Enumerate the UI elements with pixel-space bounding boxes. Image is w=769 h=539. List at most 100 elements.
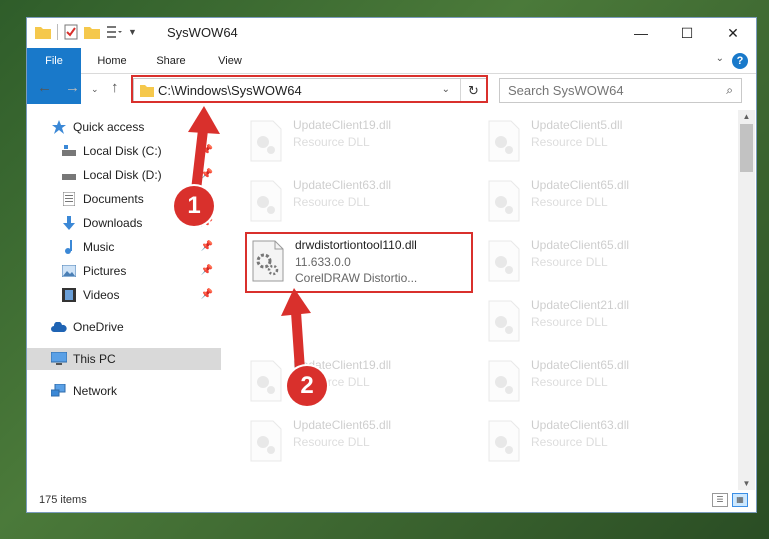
quick-access-toolbar: ▼ xyxy=(35,24,137,40)
list-item[interactable]: UpdateClient63.dll Resource DLL xyxy=(483,414,713,470)
list-item[interactable]: UpdateClient63.dll Resource DLL xyxy=(245,174,475,230)
file-name: UpdateClient21.dll xyxy=(531,298,630,312)
dll-file-icon xyxy=(250,420,282,462)
file-description: Resource DLL xyxy=(531,315,608,329)
list-item[interactable]: UpdateClient65.dll Resource DLL xyxy=(483,234,713,290)
dll-file-icon xyxy=(250,360,282,402)
sidebar-item-label: Network xyxy=(73,384,118,398)
computer-icon xyxy=(51,351,67,367)
sidebar-item-local-disk-d[interactable]: Local Disk (D:) 📌 xyxy=(27,164,221,186)
title-bar: ▼ SysWOW64 — ☐ ✕ xyxy=(27,18,756,48)
dll-file-icon xyxy=(488,360,520,402)
list-item[interactable]: UpdateClient19.dll Resource DLL xyxy=(245,114,475,170)
dll-file-icon xyxy=(488,240,520,282)
sidebar-item-label: Documents xyxy=(83,192,144,206)
minimize-button[interactable]: — xyxy=(618,18,664,48)
sidebar-item-onedrive[interactable]: OneDrive xyxy=(27,316,221,338)
scroll-up-icon[interactable]: ▲ xyxy=(738,112,755,121)
picture-icon xyxy=(61,263,77,279)
properties-icon[interactable] xyxy=(64,24,78,40)
forward-arrow-icon[interactable]: → xyxy=(65,79,80,96)
qat-dropdown-icon[interactable]: ▼ xyxy=(128,27,137,37)
dll-file-icon xyxy=(488,120,520,162)
help-button[interactable]: ? xyxy=(732,53,748,69)
expand-ribbon-icon[interactable]: ⌄ xyxy=(716,53,724,64)
document-icon xyxy=(61,191,77,207)
sidebar-item-label: Downloads xyxy=(83,216,143,230)
network-icon xyxy=(51,383,67,399)
new-folder-icon[interactable] xyxy=(84,25,100,39)
pin-icon[interactable]: 📌 xyxy=(201,169,213,180)
search-input[interactable] xyxy=(508,82,708,99)
maximize-button[interactable]: ☐ xyxy=(664,18,710,48)
pin-icon[interactable]: 📌 xyxy=(201,289,213,300)
sidebar-item-pictures[interactable]: Pictures 📌 xyxy=(27,260,221,282)
pin-icon[interactable]: 📌 xyxy=(201,265,213,276)
file-description: Resource DLL xyxy=(531,135,608,149)
file-name: UpdateClient65.dll xyxy=(531,178,630,192)
sidebar-item-this-pc[interactable]: This PC xyxy=(27,348,221,370)
window-controls: — ☐ ✕ xyxy=(618,18,756,48)
sidebar-item-label: Local Disk (D:) xyxy=(83,168,162,182)
sidebar-item-label: This PC xyxy=(73,352,116,366)
list-item[interactable]: UpdateClient19.dll Resource DLL xyxy=(245,354,475,410)
list-item[interactable]: UpdateClient65.dll Resource DLL xyxy=(483,174,713,230)
file-description: Resource DLL xyxy=(531,195,608,209)
sidebar-item-local-disk-c[interactable]: Local Disk (C:) 📌 xyxy=(27,140,221,162)
file-description: Resource DLL xyxy=(293,135,370,149)
sidebar-item-label: Quick access xyxy=(73,120,145,134)
vertical-scrollbar[interactable]: ▲ ▼ xyxy=(738,110,755,490)
dll-file-icon xyxy=(488,420,520,462)
pin-icon[interactable]: 📌 xyxy=(201,241,213,252)
tiles-view-icon[interactable]: ▦ xyxy=(732,493,748,507)
dll-file-icon xyxy=(250,120,282,162)
window-title: SysWOW64 xyxy=(167,25,238,40)
file-description: Resource DLL xyxy=(531,435,608,449)
drive-icon xyxy=(61,143,77,159)
star-icon xyxy=(51,119,67,135)
scroll-down-icon[interactable]: ▼ xyxy=(738,479,755,488)
file-description: Resource DLL xyxy=(531,375,608,389)
recent-locations-icon[interactable]: ⌄ xyxy=(91,84,99,95)
tab-view[interactable]: View xyxy=(207,48,253,74)
file-name: UpdateClient65.dll xyxy=(531,358,630,372)
list-item[interactable]: UpdateClient5.dll Resource DLL xyxy=(483,114,713,170)
tab-share[interactable]: Share xyxy=(147,48,195,74)
tab-home[interactable]: Home xyxy=(89,48,135,74)
search-box[interactable]: ⌕ xyxy=(499,78,742,103)
sidebar-item-label: OneDrive xyxy=(73,320,124,334)
sidebar-item-music[interactable]: Music 📌 xyxy=(27,236,221,258)
file-name: UpdateClient65.dll xyxy=(531,238,630,252)
address-bar-highlight xyxy=(131,75,488,103)
back-arrow-icon[interactable]: ← xyxy=(37,79,52,96)
up-arrow-icon[interactable]: ↑ xyxy=(111,79,119,96)
download-icon xyxy=(61,215,77,231)
sidebar-item-label: Videos xyxy=(83,288,120,302)
details-view-icon[interactable]: ☰ xyxy=(712,493,728,507)
sidebar-item-quick-access[interactable]: Quick access xyxy=(27,116,221,138)
file-name: UpdateClient63.dll xyxy=(531,418,630,432)
file-description: Resource DLL xyxy=(293,435,370,449)
item-count: 175 items xyxy=(39,494,87,506)
dll-file-icon xyxy=(488,180,520,222)
music-icon xyxy=(61,239,77,255)
scrollbar-thumb[interactable] xyxy=(740,124,753,172)
list-item[interactable]: UpdateClient21.dll Resource DLL xyxy=(483,294,713,350)
customize-icon[interactable] xyxy=(106,25,122,39)
ribbon-tabs: File Home Share View ⌄ ? xyxy=(27,48,756,104)
sidebar-item-network[interactable]: Network xyxy=(27,380,221,402)
folder-icon[interactable] xyxy=(35,25,51,39)
search-icon[interactable]: ⌕ xyxy=(726,83,733,98)
list-item[interactable]: UpdateClient65.dll Resource DLL xyxy=(245,414,475,470)
step-1-marker: 1 xyxy=(174,186,214,226)
pin-icon[interactable]: 📌 xyxy=(201,145,213,156)
list-item[interactable]: UpdateClient65.dll Resource DLL xyxy=(483,354,713,410)
video-icon xyxy=(61,287,77,303)
dll-file-icon xyxy=(488,300,520,342)
file-highlight xyxy=(245,232,473,293)
close-button[interactable]: ✕ xyxy=(710,18,756,48)
sidebar-item-videos[interactable]: Videos 📌 xyxy=(27,284,221,306)
drive-icon xyxy=(61,167,77,183)
file-description: Resource DLL xyxy=(531,255,608,269)
toolbar-divider xyxy=(57,24,58,40)
